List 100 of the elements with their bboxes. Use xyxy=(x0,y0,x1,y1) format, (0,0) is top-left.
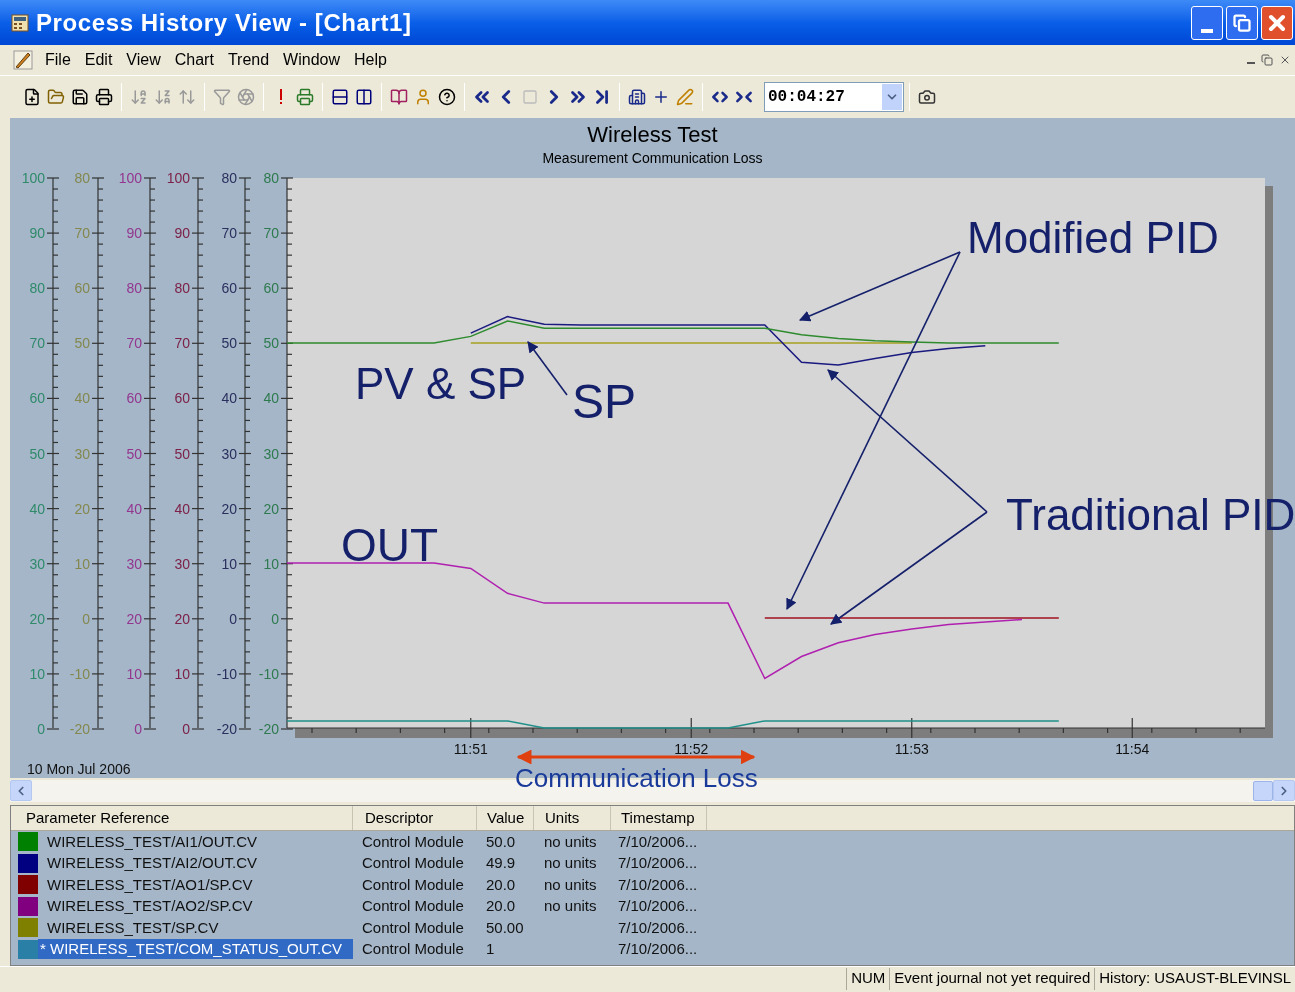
menu-item[interactable]: Edit xyxy=(77,48,120,72)
descriptor-cell-text: Control Module xyxy=(361,831,465,852)
axis-label: 20 xyxy=(221,500,237,517)
callout-label: OUT xyxy=(341,522,439,568)
axis-label: -20 xyxy=(258,721,279,737)
menu-item[interactable]: Chart xyxy=(167,48,221,72)
menu-item[interactable]: Window xyxy=(276,48,347,72)
axis-label: 80 xyxy=(126,280,142,297)
timestamp-cell-text: 7/10/2006... xyxy=(617,853,699,873)
column-header[interactable]: Value xyxy=(477,806,534,830)
callout-label: Traditional PID xyxy=(1006,493,1295,537)
column-header[interactable]: Units xyxy=(534,806,611,830)
menu-item[interactable]: Help xyxy=(347,48,394,72)
axis-label: 100 xyxy=(118,170,142,186)
axis-label: 60 xyxy=(29,390,45,407)
axis-label: 30 xyxy=(29,555,45,572)
units-cell-text: no units xyxy=(543,853,598,873)
axis-label: 50 xyxy=(221,335,237,352)
axis-label: 10 xyxy=(126,665,142,682)
restore-icon xyxy=(1233,13,1251,32)
axis-label: -10 xyxy=(258,665,279,682)
restore-icon[interactable] xyxy=(1261,54,1273,66)
axis-label: 30 xyxy=(221,445,237,462)
axis-label: 90 xyxy=(126,225,142,242)
value-cell-text: 20.0 xyxy=(485,874,517,895)
parameter-cell[interactable]: WIRELESS_TEST/AI2/OUT.CV xyxy=(38,853,353,874)
axis-label: 40 xyxy=(126,500,142,517)
chart-title: Wireless Test xyxy=(587,121,718,149)
units-cell-text: no units xyxy=(543,831,598,852)
time-label: 11:54 xyxy=(1115,741,1150,757)
axis-label: 60 xyxy=(263,280,279,297)
axis-label: 60 xyxy=(74,280,90,297)
parameter-cell[interactable]: WIRELESS_TEST/AO1/SP.CV xyxy=(38,874,353,895)
axis-label: 70 xyxy=(126,335,142,352)
axis-label: -10 xyxy=(69,665,90,682)
axis-label: 80 xyxy=(74,170,90,186)
menu-item[interactable]: View xyxy=(119,48,168,72)
axis-label: -20 xyxy=(216,721,237,737)
timestamp-cell-text: 7/10/2006... xyxy=(617,917,699,938)
timestamp-cell-text: 7/10/2006... xyxy=(617,874,699,895)
axis-label: 10 xyxy=(174,665,190,682)
status-panel: NUM xyxy=(846,967,890,990)
close-button[interactable] xyxy=(1261,5,1293,40)
callout-label: SP xyxy=(572,378,637,426)
close-icon[interactable] xyxy=(1279,54,1291,66)
axis-label: 60 xyxy=(221,280,237,297)
value-cell-text: 49.9 xyxy=(485,853,517,873)
menu-item[interactable]: Trend xyxy=(220,48,277,72)
chart-subtitle: Measurement Communication Loss xyxy=(542,150,763,166)
value-cell-text: 50.00 xyxy=(485,917,525,938)
chart-date: 10 Mon Jul 2006 xyxy=(27,761,131,777)
descriptor-cell-text: Control Module xyxy=(361,896,465,916)
axis-label: 90 xyxy=(174,225,190,242)
value-cell-text: 1 xyxy=(485,939,496,959)
callout-label: Modified PID xyxy=(967,216,1219,260)
axis-label: 100 xyxy=(166,170,190,186)
axis-label: 10 xyxy=(74,555,90,572)
minimize-icon xyxy=(1201,28,1213,33)
scrollbar-thumb[interactable] xyxy=(1253,780,1273,801)
column-header[interactable]: Parameter Reference xyxy=(11,806,353,830)
restore-button[interactable] xyxy=(1226,5,1258,40)
axis-label: 30 xyxy=(126,555,142,572)
calculator-icon xyxy=(10,12,30,33)
time-label: 11:51 xyxy=(453,741,488,757)
axis-label: 0 xyxy=(229,610,237,627)
value-cell-text: 20.0 xyxy=(485,896,517,916)
axis-label: 40 xyxy=(74,390,90,407)
parameter-cell[interactable]: WIRELESS_TEST/SP.CV xyxy=(38,917,353,938)
axis-label: 70 xyxy=(263,225,279,242)
axis-label: 70 xyxy=(221,225,237,242)
axis-label: 50 xyxy=(126,445,142,462)
minimize-button[interactable] xyxy=(1191,5,1223,40)
axis-label: 80 xyxy=(221,170,237,186)
axis-label: -10 xyxy=(216,665,237,682)
axis-label: 20 xyxy=(29,610,45,627)
callout-label: PV & SP xyxy=(355,362,527,406)
axis-label: 0 xyxy=(82,610,90,627)
column-header[interactable]: Descriptor xyxy=(353,806,477,830)
axis-label: 20 xyxy=(126,610,142,627)
time-label: 11:53 xyxy=(894,741,929,757)
axis-label: 0 xyxy=(37,721,45,737)
column-header[interactable]: Timestamp xyxy=(611,806,707,830)
axis-label: 30 xyxy=(263,445,279,462)
axis-label: 10 xyxy=(221,555,237,572)
units-cell-text: no units xyxy=(543,874,598,895)
time-combobox[interactable]: 00:04:27 xyxy=(764,82,904,112)
axis-label: 90 xyxy=(29,225,45,242)
axis-label: 40 xyxy=(263,390,279,407)
parameter-cell[interactable]: * WIRELESS_TEST/COM_STATUS_OUT.CV xyxy=(38,939,353,960)
scroll-left-button[interactable] xyxy=(10,780,32,801)
scroll-right-button[interactable] xyxy=(1273,780,1295,801)
axis-label: 40 xyxy=(29,500,45,517)
window-title: Process History View - [Chart1] xyxy=(36,7,412,38)
parameter-cell[interactable]: WIRELESS_TEST/AI1/OUT.CV xyxy=(38,831,353,852)
axis-label: 50 xyxy=(174,445,190,462)
parameter-cell[interactable]: WIRELESS_TEST/AO2/SP.CV xyxy=(38,896,353,917)
axis-label: 80 xyxy=(263,170,279,186)
menu-item[interactable]: File xyxy=(38,48,78,72)
descriptor-cell-text: Control Module xyxy=(361,917,465,938)
timestamp-cell-text: 7/10/2006... xyxy=(617,831,699,852)
